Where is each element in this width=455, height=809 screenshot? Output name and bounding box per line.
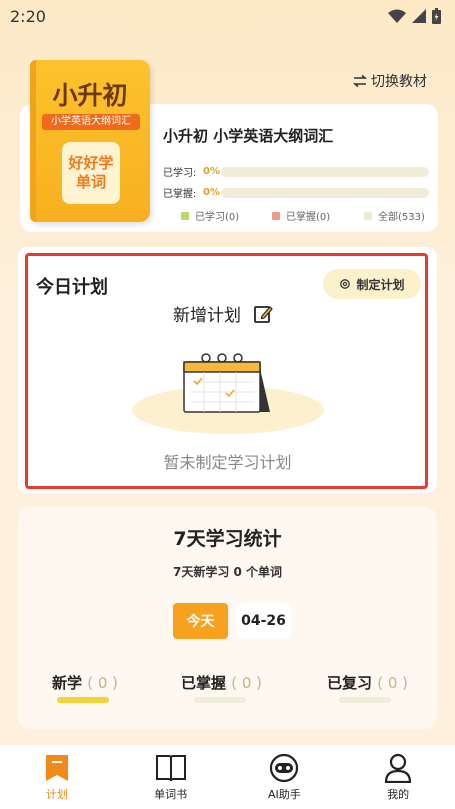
stats-title: 7天学习统计 bbox=[173, 528, 282, 550]
swap-icon bbox=[353, 75, 367, 87]
book-icon bbox=[155, 755, 186, 782]
tab-ai-assistant[interactable]: AI助手 bbox=[228, 745, 342, 809]
cover-title: 小升初 bbox=[52, 81, 128, 110]
stat-new-bar bbox=[57, 697, 109, 703]
stat-mastered: 已掌握 ( 0 ) bbox=[181, 672, 262, 693]
stat-mastered-bar bbox=[194, 697, 246, 703]
wifi-icon bbox=[388, 9, 406, 23]
battery-icon bbox=[432, 8, 441, 24]
mastered-label: 已掌握: bbox=[163, 189, 197, 200]
edit-icon bbox=[254, 305, 273, 323]
legend-learned: 已学习(0) bbox=[181, 208, 239, 223]
bottom-tab-bar: 计划 单词书 AI助手 我的 bbox=[0, 745, 455, 809]
tab-wordbook[interactable]: 单词书 bbox=[114, 745, 228, 809]
gear-icon bbox=[340, 279, 351, 289]
cover-subtitle: 小学英语大纲词汇 bbox=[42, 114, 140, 130]
legend-all: 全部(533) bbox=[364, 208, 425, 223]
make-plan-label: 制定计划 bbox=[356, 277, 405, 292]
stat-new-count: ( 0 ) bbox=[87, 674, 119, 692]
switch-book-button[interactable]: 切换教材 bbox=[353, 71, 427, 91]
legend-mastered-label: 已掌握(0) bbox=[286, 212, 331, 223]
cover-badge-line2: 单词 bbox=[75, 173, 106, 191]
tab-wordbook-label: 单词书 bbox=[154, 788, 188, 801]
learned-label: 已学习: bbox=[163, 168, 197, 179]
legend-all-swatch bbox=[364, 211, 372, 220]
cover-badge: 好好学 单词 bbox=[62, 142, 120, 204]
mastered-percent: 0% bbox=[203, 187, 220, 198]
today-button[interactable]: 今天 bbox=[173, 603, 228, 639]
learned-progress: 已学习: 0% bbox=[163, 164, 429, 179]
book-name: 小升初 小学英语大纲词汇 bbox=[163, 127, 334, 145]
empty-calendar-illustration bbox=[132, 353, 324, 434]
new-plan-label: 新增计划 bbox=[173, 306, 241, 326]
stat-reviewed-count: ( 0 ) bbox=[377, 674, 409, 692]
stat-reviewed-label: 已复习 bbox=[327, 674, 373, 692]
mastered-progress: 已掌握: 0% bbox=[163, 185, 429, 200]
switch-book-label: 切换教材 bbox=[371, 74, 427, 90]
date-button[interactable]: 04-26 bbox=[236, 603, 291, 639]
new-plan-button[interactable]: 新增计划 bbox=[173, 301, 273, 326]
tab-ai-assistant-label: AI助手 bbox=[267, 788, 301, 801]
tab-profile-label: 我的 bbox=[387, 788, 410, 801]
mastered-progress-bar bbox=[221, 187, 429, 198]
make-plan-button[interactable]: 制定计划 bbox=[323, 269, 421, 299]
status-icons bbox=[388, 8, 441, 24]
stat-mastered-label: 已掌握 bbox=[181, 674, 227, 692]
stats-subtitle: 7天新学习 0 个单词 bbox=[172, 565, 283, 579]
stat-new-label: 新学 bbox=[52, 674, 83, 692]
stat-mastered-count: ( 0 ) bbox=[231, 674, 263, 692]
plan-title: 今日计划 bbox=[36, 277, 108, 298]
tab-plan-label: 计划 bbox=[45, 788, 68, 801]
legend-all-label: 全部(533) bbox=[378, 212, 425, 223]
stat-reviewed-bar bbox=[339, 697, 391, 703]
empty-plan-text: 暂未制定学习计划 bbox=[163, 453, 292, 472]
legend-learned-label: 已学习(0) bbox=[195, 212, 240, 223]
tab-profile[interactable]: 我的 bbox=[341, 745, 455, 809]
robot-icon bbox=[270, 753, 299, 783]
book-cover[interactable]: 小升初 小学英语大纲词汇 好好学 单词 bbox=[30, 60, 150, 222]
stat-new: 新学 ( 0 ) bbox=[52, 672, 118, 693]
status-time: 2:20 bbox=[10, 6, 46, 26]
signal-icon bbox=[412, 9, 426, 23]
learned-progress-bar bbox=[221, 166, 429, 177]
legend-learned-swatch bbox=[181, 211, 189, 220]
learned-percent: 0% bbox=[203, 166, 220, 177]
tab-plan[interactable]: 计划 bbox=[0, 745, 114, 809]
legend-mastered-swatch bbox=[272, 211, 280, 220]
cover-badge-line1: 好好学 bbox=[68, 154, 114, 172]
user-icon bbox=[385, 753, 412, 783]
legend-mastered: 已掌握(0) bbox=[272, 208, 330, 223]
bookmark-icon bbox=[45, 755, 68, 781]
stat-reviewed: 已复习 ( 0 ) bbox=[327, 672, 408, 693]
status-bar: 2:20 bbox=[0, 0, 455, 32]
